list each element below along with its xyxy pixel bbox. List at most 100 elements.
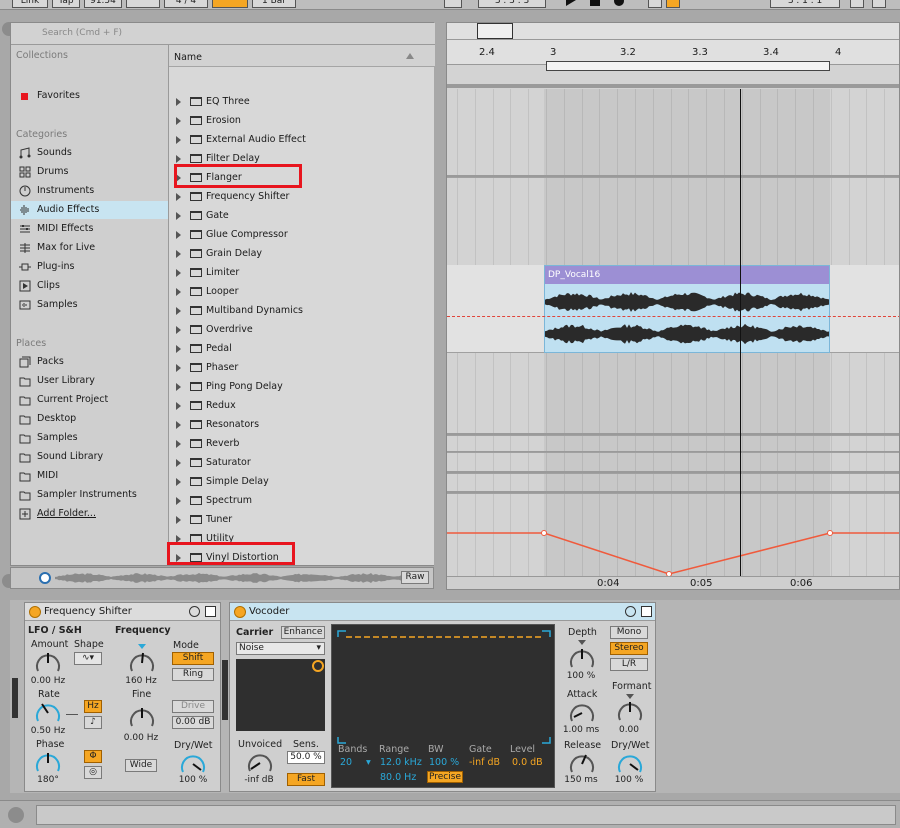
device-title-bar[interactable]: Frequency Shifter (25, 603, 220, 621)
amount-knob[interactable] (34, 651, 62, 675)
enhance-button[interactable]: Enhance (281, 626, 325, 639)
release-knob[interactable] (568, 752, 596, 776)
list-item[interactable]: Spectrum (169, 491, 427, 510)
band-display[interactable] (336, 629, 552, 745)
sidebar-item-samples-folder[interactable]: Samples (11, 429, 168, 447)
device-power-icon[interactable] (234, 606, 246, 618)
carrier-select[interactable]: Noise ▾ (236, 642, 325, 655)
hz-toggle[interactable]: Hz (84, 700, 102, 713)
play-icon[interactable] (566, 0, 576, 6)
sidebar-item-sampler-instruments[interactable]: Sampler Instruments (11, 486, 168, 504)
expand-icon[interactable] (176, 231, 181, 239)
track-lane[interactable] (447, 433, 899, 436)
list-item[interactable]: Glue Compressor (169, 225, 427, 244)
loop-icon[interactable] (850, 0, 864, 8)
list-item[interactable]: External Audio Effect (169, 130, 427, 149)
sidebar-item-packs[interactable]: Packs (11, 353, 168, 371)
sidebar-item-midi-effects[interactable]: MIDI Effects (11, 220, 168, 238)
info-toggle-icon[interactable] (8, 807, 24, 823)
loop-start-field[interactable]: 3 . 1 . 1 (770, 0, 840, 8)
link-button[interactable]: Link (12, 0, 48, 8)
spin-mode-icon[interactable]: ◎ (84, 766, 102, 779)
expand-icon[interactable] (176, 307, 181, 315)
expand-icon[interactable] (176, 345, 181, 353)
gate-value[interactable]: -inf dB (469, 757, 500, 768)
expand-icon[interactable] (176, 326, 181, 334)
sync-note-icon[interactable]: ♪ (84, 716, 102, 729)
list-item[interactable]: Overdrive (169, 320, 427, 339)
unvoiced-knob[interactable] (246, 751, 274, 775)
sidebar-item-user-library[interactable]: User Library (11, 372, 168, 390)
expand-icon[interactable] (176, 421, 181, 429)
depth-knob[interactable] (568, 647, 596, 671)
sidebar-item-drums[interactable]: Drums (11, 163, 168, 181)
phase-mode-icon[interactable]: Φ (84, 750, 102, 763)
bands-chevron-down-icon[interactable]: ▾ (366, 757, 371, 768)
sidebar-item-midi[interactable]: MIDI (11, 467, 168, 485)
hot-swap-icon[interactable] (625, 606, 636, 617)
quantize-select[interactable]: 1 Bar (252, 0, 296, 8)
scroll-overview-box[interactable] (477, 23, 513, 39)
name-column-header[interactable]: Name (174, 52, 202, 63)
list-item[interactable]: Gate (169, 206, 427, 225)
track-lane[interactable] (447, 175, 899, 178)
record-icon[interactable] (614, 0, 624, 6)
expand-icon[interactable] (176, 497, 181, 505)
audio-clip[interactable]: DP_Vocal16 (544, 265, 830, 353)
list-item[interactable]: Erosion (169, 111, 427, 130)
expand-icon[interactable] (176, 117, 181, 125)
wide-button[interactable]: Wide (125, 759, 157, 772)
expand-icon[interactable] (176, 288, 181, 296)
expand-icon[interactable] (176, 269, 181, 277)
expand-icon[interactable] (176, 136, 181, 144)
device-power-icon[interactable] (29, 606, 41, 618)
sidebar-item-samples[interactable]: Samples (11, 296, 168, 314)
list-item[interactable]: Saturator (169, 453, 427, 472)
list-item[interactable]: Ping Pong Delay (169, 377, 427, 396)
expand-icon[interactable] (176, 212, 181, 220)
range-high-value[interactable]: 12.0 kHz (380, 757, 422, 768)
device-title-bar[interactable]: Vocoder (230, 603, 655, 621)
expand-icon[interactable] (176, 440, 181, 448)
drywet-knob[interactable] (179, 752, 207, 776)
attack-knob[interactable] (568, 701, 596, 725)
sidebar-item-sound-library[interactable]: Sound Library (11, 448, 168, 466)
list-item[interactable]: Pedal (169, 339, 427, 358)
track-lane[interactable] (447, 471, 899, 474)
stereo-button[interactable]: Stereo (610, 642, 648, 655)
list-item[interactable]: Limiter (169, 263, 427, 282)
track-lane[interactable] (447, 451, 899, 453)
list-item[interactable]: Tuner (169, 510, 427, 529)
fast-button[interactable]: Fast (287, 773, 325, 786)
level-value[interactable]: 0.0 dB (512, 757, 543, 768)
sidebar-item-desktop[interactable]: Desktop (11, 410, 168, 428)
range-low-value[interactable]: 80.0 Hz (380, 772, 416, 783)
drive-button[interactable]: Drive (172, 700, 214, 713)
metronome-toggle[interactable] (212, 0, 248, 8)
expand-icon[interactable] (176, 478, 181, 486)
sidebar-item-current-project[interactable]: Current Project (11, 391, 168, 409)
formant-knob[interactable] (616, 700, 644, 724)
expand-icon[interactable] (176, 155, 181, 163)
list-item[interactable]: Multiband Dynamics (169, 301, 427, 320)
expand-icon[interactable] (176, 193, 181, 201)
expand-icon[interactable] (176, 383, 181, 391)
list-item[interactable]: Resonators (169, 415, 427, 434)
metronome-icon[interactable] (126, 0, 160, 8)
chain-handle[interactable] (12, 678, 18, 718)
beat-ruler[interactable]: 2.4 3 3.2 3.3 3.4 4 (447, 23, 899, 71)
tempo-field[interactable]: 91.54 (84, 0, 122, 8)
hot-swap-icon[interactable] (189, 606, 200, 617)
sidebar-item-favorites[interactable]: Favorites (11, 87, 168, 105)
fine-knob[interactable] (128, 706, 156, 730)
list-item[interactable]: Grain Delay (169, 244, 427, 263)
sidebar-item-max-for-live[interactable]: Max for Live (11, 239, 168, 257)
sort-asc-icon[interactable] (406, 53, 414, 59)
sens-value[interactable]: 50.0 % (287, 751, 325, 764)
list-item[interactable]: Simple Delay (169, 472, 427, 491)
automation-arm-icon[interactable] (666, 0, 680, 8)
expand-icon[interactable] (176, 516, 181, 524)
save-preset-icon[interactable] (205, 606, 216, 617)
song-position-field[interactable]: 3 . 3 . 3 (478, 0, 546, 8)
phase-knob[interactable] (34, 751, 62, 775)
